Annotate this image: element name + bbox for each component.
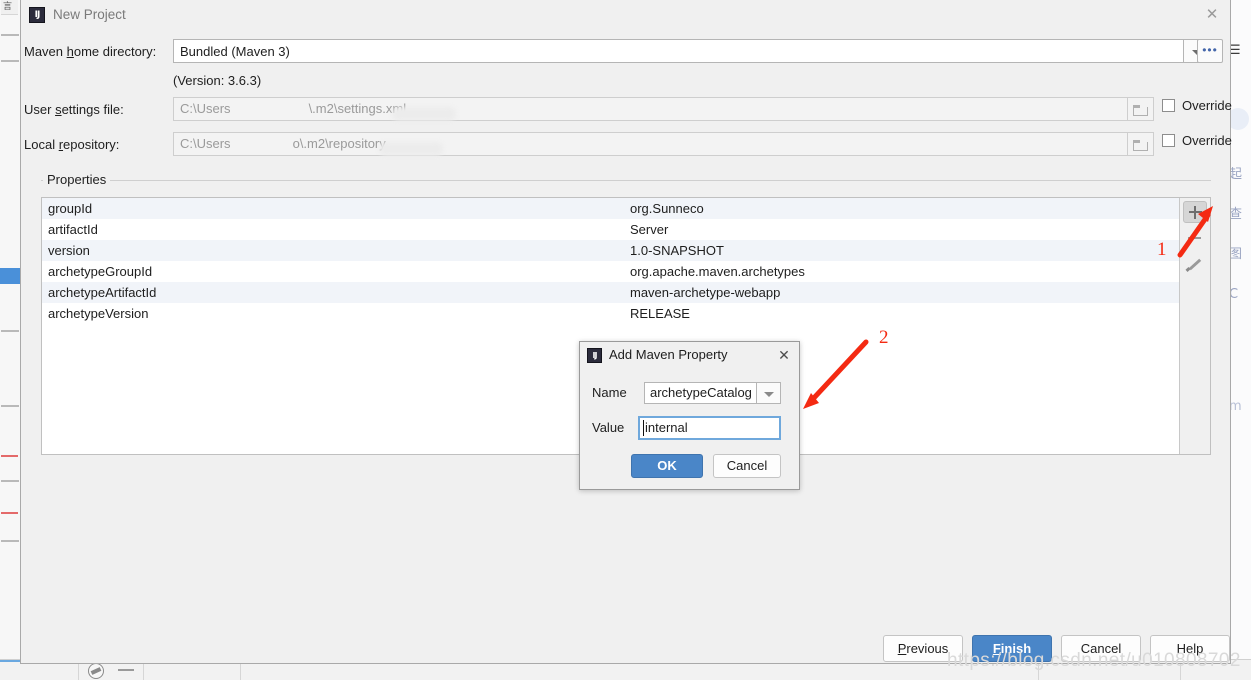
annotation-label-2: 2 (879, 327, 889, 348)
property-value-cell: org.apache.maven.archetypes (630, 264, 805, 279)
bg-code-line (1, 34, 19, 36)
bg-error-marker (1, 512, 18, 514)
override-local-repository-label: Override (1182, 133, 1232, 148)
new-project-dialog: IJ New Project ✕ Maven home directory: •… (20, 0, 1232, 664)
properties-table-toolbar (1179, 198, 1210, 454)
dialog-titlebar: IJ New Project ✕ (21, 0, 1230, 32)
property-value-cell: RELEASE (630, 306, 690, 321)
sub-dialog-titlebar: IJ Add Maven Property ✕ (580, 342, 799, 370)
redacted-username (392, 107, 456, 121)
bg-code-line (1, 330, 19, 332)
maven-version-note: (Version: 3.6.3) (173, 73, 262, 88)
property-key-cell: archetypeArtifactId (48, 285, 157, 300)
browse-local-repository-button[interactable] (1128, 132, 1154, 156)
redacted-username (379, 142, 443, 156)
browse-user-settings-button[interactable] (1128, 97, 1154, 121)
property-value-cell: Server (630, 222, 669, 237)
user-settings-value-prefix: C:\Users (180, 101, 231, 116)
add-property-button[interactable] (1183, 201, 1207, 223)
property-value-label: Value (592, 420, 625, 435)
property-name-input[interactable]: archetypeCatalog (644, 382, 757, 404)
chevron-down-icon[interactable] (757, 382, 781, 404)
table-row[interactable]: archetypeArtifactId maven-archetype-webap… (42, 282, 1179, 303)
folder-icon (1133, 105, 1148, 116)
property-key-cell: version (48, 243, 90, 258)
table-row[interactable]: version 1.0-SNAPSHOT (42, 240, 1179, 261)
dialog-title: New Project (53, 7, 126, 22)
property-key-cell: archetypeGroupId (48, 264, 153, 279)
maven-home-label: Maven home directory: (24, 44, 157, 59)
ok-button[interactable]: OK (631, 454, 703, 478)
property-value-cell: org.Sunneco (630, 201, 704, 216)
override-user-settings-checkbox[interactable]: Override (1162, 98, 1232, 113)
user-settings-label: User settings file: (24, 102, 124, 117)
override-local-repository-checkbox[interactable]: Override (1162, 133, 1232, 148)
checkbox-box (1162, 134, 1175, 147)
bg-code-line (1, 60, 19, 62)
annotation-label-1: 1 (1157, 239, 1167, 260)
remove-property-button[interactable] (1183, 227, 1207, 249)
properties-legend: Properties (43, 172, 111, 187)
property-key-cell: archetypeVersion (48, 306, 149, 321)
property-value-cell: maven-archetype-webapp (630, 285, 781, 300)
property-key-cell: artifactId (48, 222, 98, 237)
table-row[interactable]: archetypeGroupId org.apache.maven.archety… (42, 261, 1179, 282)
property-key-cell: groupId (48, 201, 93, 216)
local-repository-value-suffix: o\.m2\repository (292, 136, 386, 151)
folder-icon (1133, 140, 1148, 151)
intellij-idea-icon: IJ (29, 7, 45, 23)
bg-code-line (1, 540, 19, 542)
user-settings-input[interactable]: C:\Users \.m2\settings.xml (173, 97, 1128, 121)
bg-selection-row (0, 268, 20, 284)
local-repository-label: Local repository: (24, 137, 120, 152)
property-value-input[interactable]: internal (638, 416, 781, 440)
bg-taskbar-dash (118, 669, 134, 671)
bg-code-line (1, 480, 19, 482)
table-row[interactable]: artifactId Server (42, 219, 1179, 240)
checkbox-box (1162, 99, 1175, 112)
local-repository-input[interactable]: C:\Users o\.m2\repository (173, 132, 1128, 156)
intellij-idea-icon: IJ (587, 348, 602, 363)
override-user-settings-label: Override (1182, 98, 1232, 113)
text-caret (643, 420, 644, 436)
background-ide-left-strip: 言 (0, 0, 21, 680)
bg-error-marker (1, 455, 18, 457)
property-value-cell: 1.0-SNAPSHOT (630, 243, 724, 258)
table-row[interactable]: groupId org.Sunneco (42, 198, 1179, 219)
property-name-label: Name (592, 385, 627, 400)
bg-left-glyph: 言 (3, 1, 13, 11)
maven-home-input[interactable] (173, 39, 1184, 63)
sub-dialog-title: Add Maven Property (609, 347, 728, 362)
local-repository-value-prefix: C:\Users (180, 136, 231, 151)
table-row[interactable]: archetypeVersion RELEASE (42, 303, 1179, 324)
bg-code-line (1, 405, 19, 407)
close-icon[interactable]: ✕ (1194, 0, 1230, 30)
browse-maven-home-button[interactable]: ••• (1197, 39, 1223, 63)
watermark: https://blog.csdn.net/u010808702 (947, 650, 1241, 671)
properties-group-border (41, 180, 1211, 181)
bg-taskbar-icon (88, 663, 104, 679)
add-maven-property-dialog: IJ Add Maven Property ✕ Name archetypeCa… (579, 341, 800, 490)
close-icon[interactable]: ✕ (775, 346, 793, 364)
edit-property-button[interactable] (1183, 253, 1207, 275)
sub-cancel-button[interactable]: Cancel (713, 454, 781, 478)
